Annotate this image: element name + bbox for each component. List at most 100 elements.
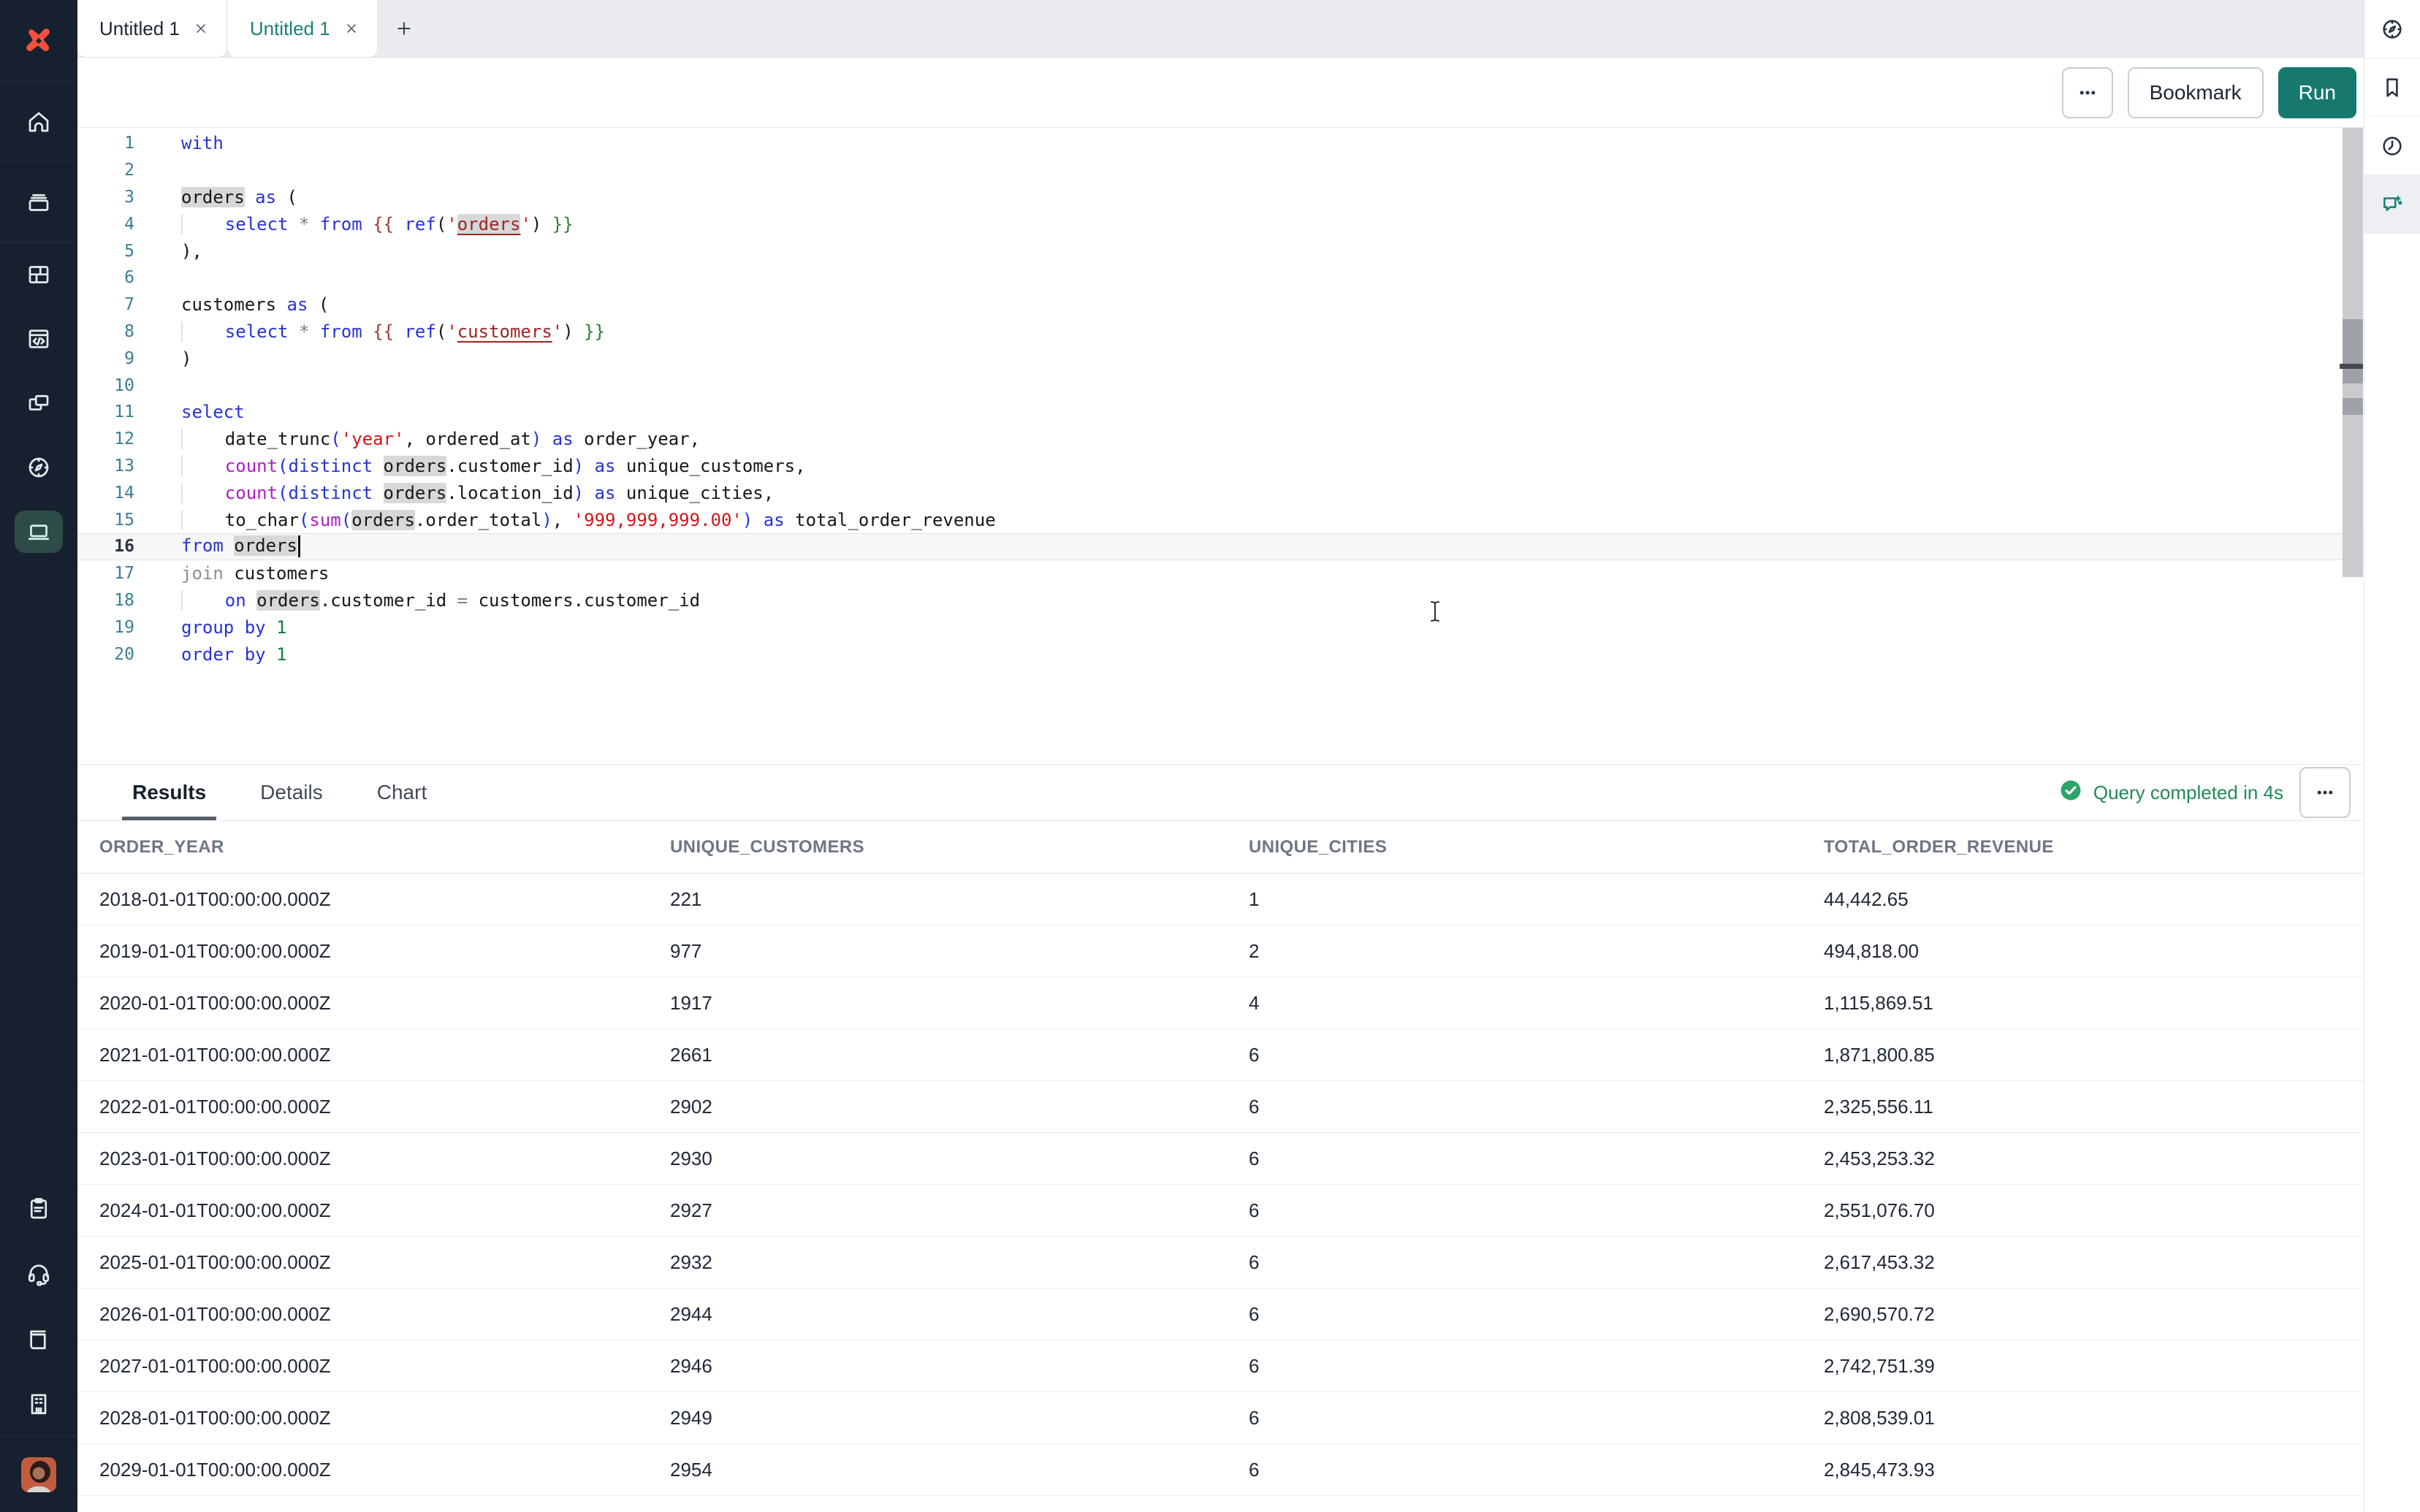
close-tab-icon[interactable] (193, 20, 209, 37)
results-tab-results[interactable]: Results (132, 765, 206, 820)
sidebar-item-code-window[interactable] (0, 307, 77, 371)
close-tab-icon[interactable] (343, 20, 359, 37)
right-rail-item-bookmark[interactable] (2364, 58, 2420, 117)
sidebar-item-clipboard[interactable] (0, 1176, 77, 1241)
code-text: on orders.customer_id = customers.custom… (181, 590, 700, 611)
code-text: from orders (181, 535, 300, 557)
table-row-5[interactable]: 2022-01-01T00:00:00.000Z290262,325,556.1… (77, 1081, 2364, 1133)
bookmark-button[interactable]: Bookmark (2128, 67, 2264, 118)
table-row-2[interactable]: 2019-01-01T00:00:00.000Z9772494,818.00 (77, 925, 2364, 977)
table-cell: 2,453,253.32 (1824, 1148, 2364, 1170)
code-line-18: 18 on orders.customer_id = customers.cus… (77, 587, 2364, 614)
sidebar-item-drawer[interactable] (0, 162, 77, 243)
sql-editor[interactable]: 1with23orders as (4 select * from {{ ref… (77, 128, 2364, 764)
more-options-button[interactable] (2062, 67, 2113, 118)
ai-chat-icon (2380, 192, 2405, 217)
check-circle-icon (2058, 778, 2083, 808)
sidebar-spacer (0, 564, 77, 1176)
scrollbar-thumb[interactable] (2343, 319, 2363, 383)
user-avatar[interactable] (0, 1436, 77, 1512)
sidebar-item-laptop[interactable] (0, 500, 77, 564)
windows-icon (26, 390, 52, 416)
right-rail-item-compass[interactable] (2364, 0, 2420, 58)
code-text: count(distinct orders.customer_id) as un… (181, 456, 806, 476)
code-text: group by 1 (181, 617, 287, 638)
column-header-order_year[interactable]: ORDER_YEAR (99, 837, 670, 858)
sidebar-item-windows[interactable] (0, 371, 77, 435)
table-row-12[interactable]: 2029-01-01T00:00:00.000Z295462,845,473.9… (77, 1444, 2364, 1496)
table-row-6[interactable]: 2023-01-01T00:00:00.000Z293062,453,253.3… (77, 1133, 2364, 1185)
hex-app: Untitled 1Untitled 1 Bookmark Run 1with2… (0, 0, 2420, 1512)
right-rail-item-clock[interactable] (2364, 117, 2420, 175)
line-number: 16 (77, 537, 134, 556)
sidebar-nav (0, 82, 77, 564)
table-body: 2018-01-01T00:00:00.000Z221144,442.65201… (77, 874, 2364, 1512)
sidebar-item-book[interactable] (0, 1306, 77, 1371)
line-number: 14 (77, 484, 134, 503)
table-cell: 2661 (670, 1044, 1249, 1066)
code-line-19: 19group by 1 (77, 614, 2364, 641)
sidebar-item-compass[interactable] (0, 435, 77, 500)
table-cell: 6 (1249, 1148, 1824, 1170)
code-lines: 1with23orders as (4 select * from {{ ref… (77, 128, 2364, 668)
column-header-unique_customers[interactable]: UNIQUE_CUSTOMERS (670, 837, 1249, 858)
sidebar-item-dashboard[interactable] (0, 243, 77, 307)
table-row-7[interactable]: 2024-01-01T00:00:00.000Z292762,551,076.7… (77, 1185, 2364, 1237)
left-sidebar (0, 0, 77, 1512)
sidebar-item-headset[interactable] (0, 1241, 77, 1306)
column-header-unique_cities[interactable]: UNIQUE_CITIES (1249, 837, 1824, 858)
new-tab-button[interactable] (378, 0, 430, 57)
scrollbar-cursor-mark (2340, 364, 2363, 369)
table-cell: 2954 (670, 1459, 1249, 1481)
table-cell: 4 (1249, 992, 1824, 1015)
table-cell: 6 (1249, 1044, 1824, 1066)
table-cell: 2932 (670, 1251, 1249, 1274)
line-number: 15 (77, 511, 134, 530)
book-icon (26, 1326, 52, 1352)
mouse-cursor (1426, 597, 1444, 630)
line-number: 1 (77, 134, 134, 153)
hex-logo[interactable] (0, 0, 77, 82)
table-row-13[interactable]: 2030-01-01T00:00:00.000Z287961,841,049.3… (77, 1496, 2364, 1512)
table-row-8[interactable]: 2025-01-01T00:00:00.000Z293262,617,453.3… (77, 1237, 2364, 1288)
results-more-button[interactable] (2299, 767, 2351, 818)
sidebar-item-building[interactable] (0, 1371, 77, 1436)
table-cell: 2028-01-01T00:00:00.000Z (99, 1407, 670, 1429)
code-line-11: 11select (77, 399, 2364, 426)
table-cell: 2026-01-01T00:00:00.000Z (99, 1303, 670, 1326)
results-tab-chart[interactable]: Chart (377, 765, 427, 820)
code-text: order by 1 (181, 644, 287, 665)
code-text: select * from {{ ref('customers') }} (181, 321, 605, 342)
right-rail-item-ai-chat[interactable] (2364, 175, 2420, 234)
table-row-9[interactable]: 2026-01-01T00:00:00.000Z294462,690,570.7… (77, 1288, 2364, 1340)
tab-2[interactable]: Untitled 1 (228, 0, 377, 57)
code-text: orders as ( (181, 187, 297, 207)
table-cell: 2,690,570.72 (1824, 1303, 2364, 1326)
table-cell: 6 (1249, 1459, 1824, 1481)
table-cell: 2021-01-01T00:00:00.000Z (99, 1044, 670, 1066)
tab-1[interactable]: Untitled 1 (77, 0, 227, 57)
table-cell: 2018-01-01T00:00:00.000Z (99, 888, 670, 911)
line-number: 6 (77, 268, 134, 287)
sidebar-item-home[interactable] (0, 82, 77, 162)
table-row-1[interactable]: 2018-01-01T00:00:00.000Z221144,442.65 (77, 874, 2364, 925)
code-line-14: 14 count(distinct orders.location_id) as… (77, 479, 2364, 506)
line-number: 17 (77, 564, 134, 583)
table-cell: 2027-01-01T00:00:00.000Z (99, 1355, 670, 1378)
table-cell: 2020-01-01T00:00:00.000Z (99, 992, 670, 1015)
table-cell: 2023-01-01T00:00:00.000Z (99, 1148, 670, 1170)
column-header-total_order_revenue[interactable]: TOTAL_ORDER_REVENUE (1824, 837, 2364, 858)
compass-icon (2380, 17, 2405, 42)
results-tab-details[interactable]: Details (260, 765, 323, 820)
editor-scrollbar[interactable] (2343, 128, 2363, 577)
table-row-4[interactable]: 2021-01-01T00:00:00.000Z266161,871,800.8… (77, 1029, 2364, 1081)
table-row-3[interactable]: 2020-01-01T00:00:00.000Z191741,115,869.5… (77, 977, 2364, 1029)
table-cell: 2022-01-01T00:00:00.000Z (99, 1096, 670, 1118)
table-row-10[interactable]: 2027-01-01T00:00:00.000Z294662,742,751.3… (77, 1340, 2364, 1392)
run-button[interactable]: Run (2278, 67, 2356, 118)
table-row-11[interactable]: 2028-01-01T00:00:00.000Z294962,808,539.0… (77, 1392, 2364, 1444)
active-nav-highlight (15, 511, 63, 553)
table-cell: 6 (1249, 1355, 1824, 1378)
table-cell: 6 (1249, 1251, 1824, 1274)
table-cell: 1,871,800.85 (1824, 1044, 2364, 1066)
